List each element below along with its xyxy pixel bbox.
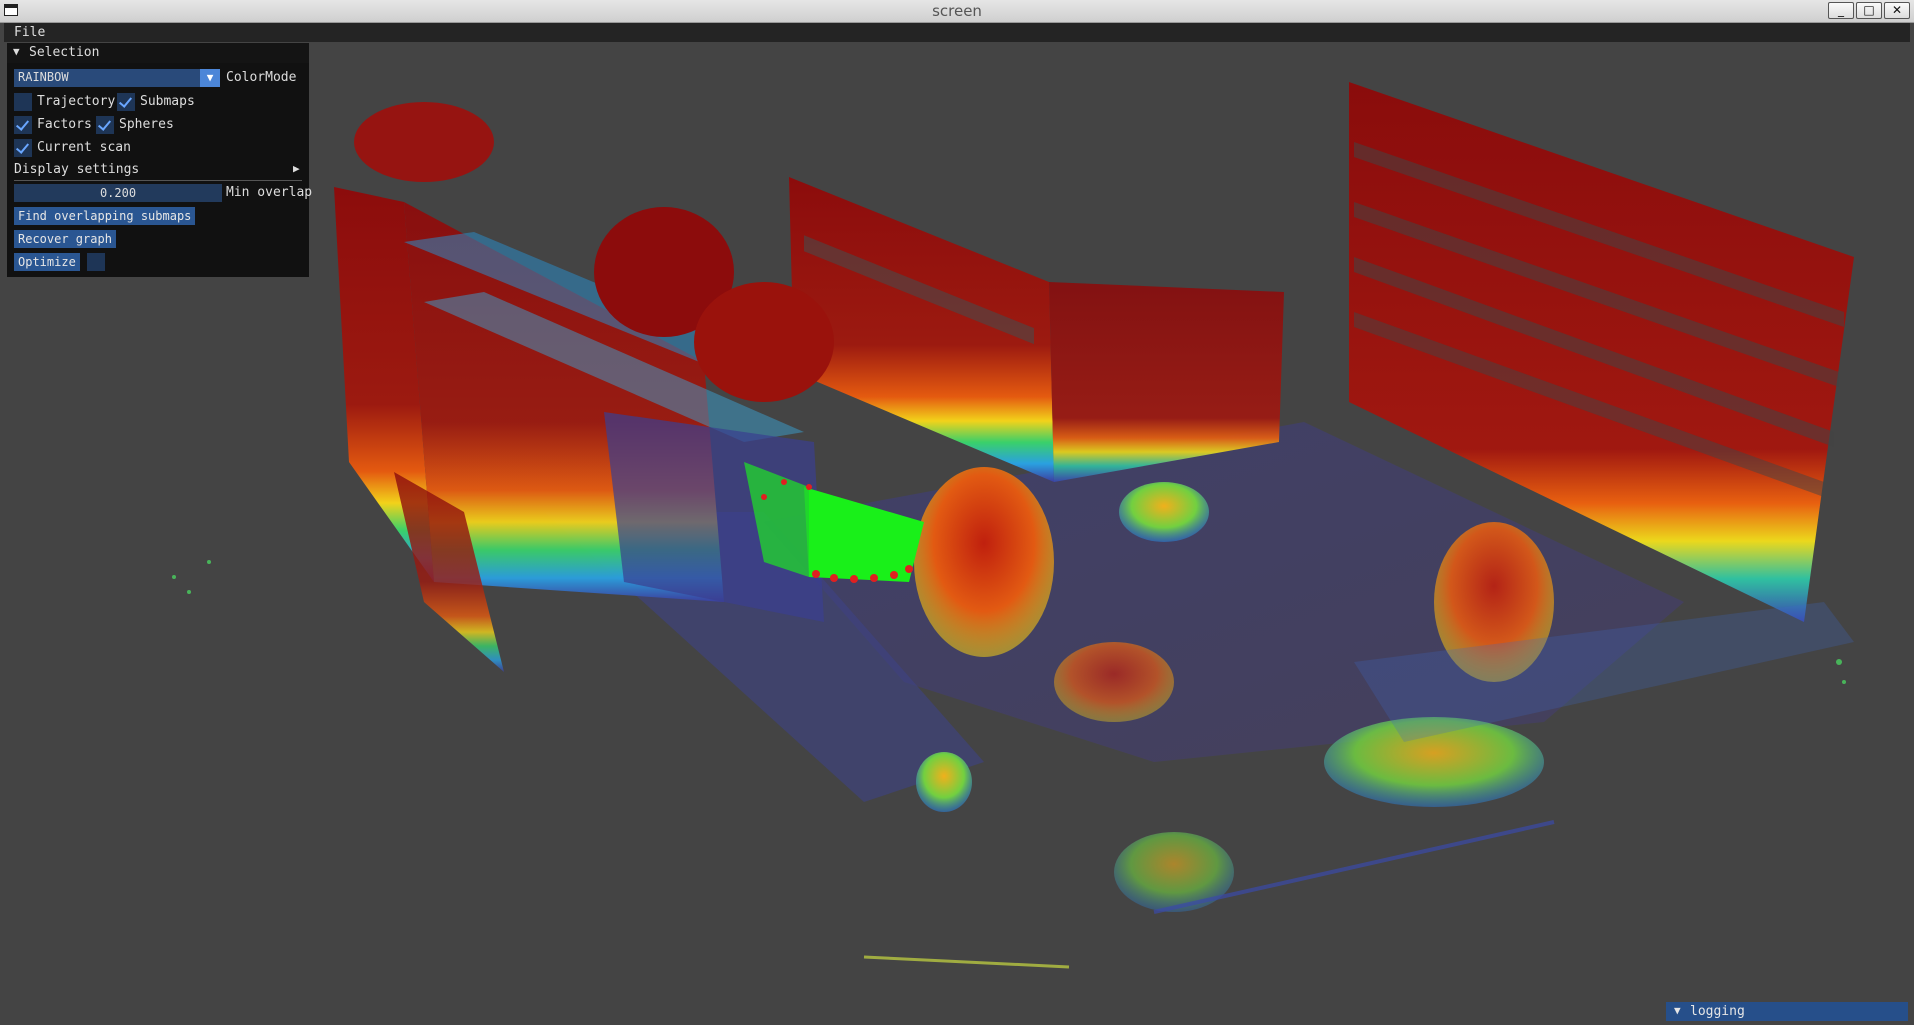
- divider: [14, 180, 302, 181]
- display-settings-label: Display settings: [14, 162, 140, 177]
- panel-header[interactable]: ▼ Selection: [7, 43, 309, 63]
- recover-graph-button[interactable]: Recover graph: [14, 230, 116, 248]
- panel-title: Selection: [29, 45, 100, 60]
- collapse-arrow-icon: ▼: [1674, 1004, 1681, 1017]
- menu-bar: File: [4, 23, 1910, 42]
- color-mode-combo[interactable]: RAINBOW ▼: [14, 69, 220, 87]
- find-overlapping-submaps-button[interactable]: Find overlapping submaps: [14, 207, 196, 225]
- trajectory-checkbox[interactable]: [14, 93, 32, 111]
- maximize-button[interactable]: □: [1856, 2, 1882, 19]
- collapse-arrow-icon: ▼: [13, 45, 20, 58]
- min-overlap-label: Min overlap: [226, 185, 313, 200]
- current-scan-label: Current scan: [37, 140, 131, 155]
- spheres-label: Spheres: [119, 117, 174, 132]
- factors-label: Factors: [37, 117, 92, 132]
- minimize-button[interactable]: _: [1828, 2, 1854, 19]
- expand-arrow-icon: ▶: [293, 162, 300, 175]
- window-title: screen: [932, 2, 982, 20]
- current-scan-checkbox[interactable]: [14, 139, 32, 157]
- logging-panel-header[interactable]: ▼ logging: [1666, 1002, 1908, 1021]
- optimize-button[interactable]: Optimize: [14, 253, 80, 271]
- min-overlap-input[interactable]: 0.200: [14, 184, 222, 202]
- color-mode-value: RAINBOW: [18, 70, 69, 84]
- selection-panel: ▼ Selection RAINBOW ▼ ColorMode Trajecto…: [7, 43, 313, 277]
- close-button[interactable]: ✕: [1884, 2, 1910, 19]
- submaps-checkbox[interactable]: [117, 93, 135, 111]
- menu-file[interactable]: File: [14, 25, 45, 40]
- submaps-label: Submaps: [140, 94, 195, 109]
- title-bar: screen _ □ ✕: [0, 0, 1914, 23]
- dropdown-arrow-icon[interactable]: ▼: [200, 69, 220, 87]
- color-mode-label: ColorMode: [226, 70, 297, 85]
- factors-checkbox[interactable]: [14, 116, 32, 134]
- logging-label: logging: [1690, 1004, 1745, 1019]
- spheres-checkbox[interactable]: [96, 116, 114, 134]
- optimize-checkbox[interactable]: [87, 253, 105, 271]
- trajectory-label: Trajectory: [37, 94, 116, 109]
- display-settings-row[interactable]: Display settings ▶: [7, 161, 309, 179]
